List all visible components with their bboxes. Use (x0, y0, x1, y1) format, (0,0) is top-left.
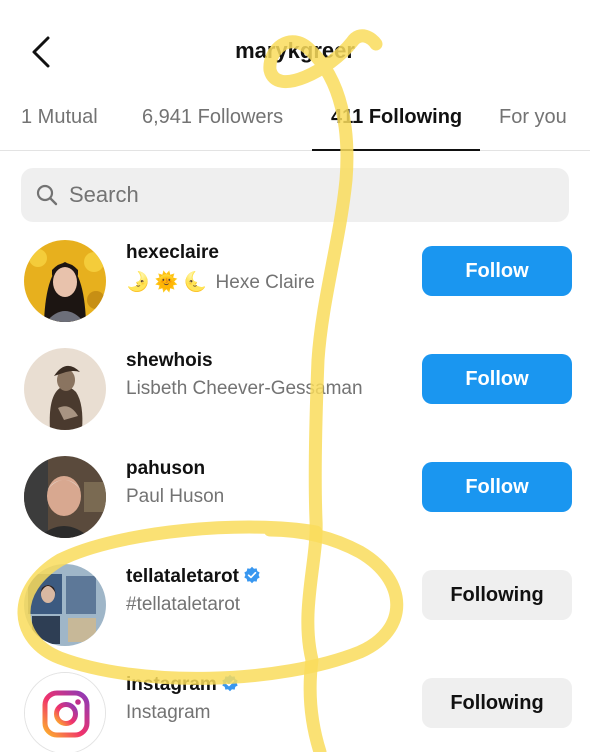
username[interactable]: pahuson (126, 458, 205, 480)
list-item: tellataletarot #tellataletarot Following (0, 552, 590, 660)
display-name-text: Hexe Claire (215, 272, 315, 293)
username[interactable]: tellataletarot (126, 566, 261, 588)
list-item: pahuson Paul Huson Follow (0, 444, 590, 552)
follow-button[interactable]: Follow (422, 462, 572, 512)
display-name: Instagram (126, 702, 211, 723)
avatar[interactable] (24, 348, 106, 430)
avatar[interactable] (24, 456, 106, 538)
username-text: tellataletarot (126, 566, 239, 587)
username[interactable]: hexeclaire (126, 242, 219, 264)
avatar[interactable] (24, 240, 106, 322)
tab-mutual[interactable]: 1 Mutual (21, 106, 98, 129)
tab-followers[interactable]: 6,941 Followers (142, 106, 283, 129)
following-button[interactable]: Following (422, 570, 572, 620)
follow-button[interactable]: Follow (422, 246, 572, 296)
username[interactable]: shewhois (126, 350, 213, 372)
display-name: 🌛 🌞 🌜 Hexe Claire (126, 270, 315, 294)
tab-bar: 1 Mutual 6,941 Followers 411 Following F… (0, 100, 590, 151)
list-item: instagram Instagram Following (0, 660, 590, 752)
search-placeholder: Search (69, 182, 139, 207)
avatar[interactable] (24, 564, 106, 646)
verified-badge-icon (244, 566, 260, 584)
username-text: instagram (126, 674, 217, 695)
tab-following[interactable]: 411 Following (331, 106, 462, 129)
display-name: #tellataletarot (126, 594, 241, 615)
follow-button[interactable]: Follow (422, 354, 572, 404)
tab-for-you[interactable]: For you (499, 106, 567, 129)
search-icon (36, 184, 58, 206)
verified-badge-icon (222, 674, 238, 692)
instagram-logo-icon (25, 673, 105, 752)
list-item: shewhois Lisbeth Cheever-Gessaman Follow (0, 336, 590, 444)
following-button[interactable]: Following (422, 678, 572, 728)
page-title: marykgreer (235, 38, 355, 63)
header: marykgreer (0, 0, 590, 100)
moon-sun-emojis: 🌛 🌞 🌜 (126, 272, 208, 293)
username[interactable]: instagram (126, 674, 239, 696)
display-name: Paul Huson (126, 486, 225, 507)
display-name: Lisbeth Cheever-Gessaman (126, 378, 363, 399)
search-input[interactable]: Search (21, 168, 569, 222)
list-item: hexeclaire 🌛 🌞 🌜 Hexe Claire Follow (0, 228, 590, 336)
active-tab-indicator (312, 149, 480, 151)
avatar[interactable] (24, 672, 106, 752)
